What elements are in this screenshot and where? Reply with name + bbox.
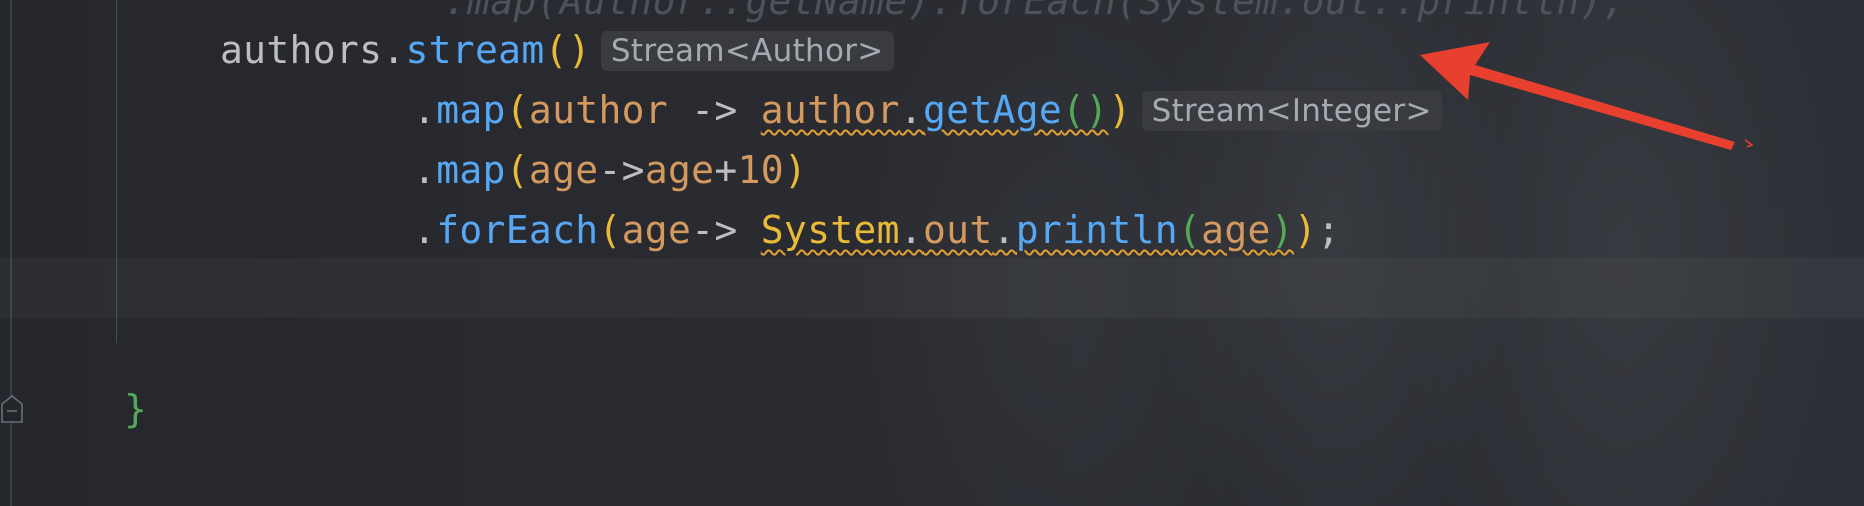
plus-operator: + bbox=[714, 148, 738, 192]
paren-close: ) bbox=[783, 148, 808, 192]
code-line-faded[interactable]: .map(Author::getName).forEach(System.out… bbox=[0, 0, 1626, 26]
code-line-1[interactable]: authors.stream() Stream<Author> bbox=[220, 25, 894, 75]
editor-gutter bbox=[10, 0, 12, 506]
println-arg: age bbox=[1201, 208, 1271, 252]
lambda-param: author bbox=[528, 88, 668, 132]
dot: . bbox=[413, 88, 437, 132]
dot: . bbox=[899, 208, 923, 252]
method-forEach: forEach bbox=[436, 208, 599, 252]
dot: . bbox=[992, 208, 1016, 252]
faded-code: .map(Author::getName).forEach(System.out… bbox=[444, 0, 1627, 23]
code-line-closing[interactable]: } bbox=[124, 384, 147, 434]
paren-open: ( bbox=[598, 208, 622, 252]
paren-close: ) bbox=[1108, 88, 1132, 132]
semicolon: ; bbox=[1317, 208, 1341, 252]
closing-brace: } bbox=[124, 387, 148, 431]
receiver: authors bbox=[220, 28, 383, 72]
lambda-param: age bbox=[621, 208, 692, 252]
lambda-arrow: -> bbox=[668, 88, 761, 132]
lambda-arrow: -> bbox=[691, 208, 761, 252]
current-line-highlight bbox=[0, 258, 1864, 318]
lambda-param-use: age bbox=[644, 148, 715, 192]
paren-open: ( bbox=[505, 148, 529, 192]
paren-close: ) bbox=[567, 28, 591, 72]
type-hint-stream-author: Stream<Author> bbox=[600, 31, 894, 71]
dot: . bbox=[382, 28, 406, 72]
fold-marker-icon[interactable] bbox=[0, 392, 24, 426]
class-system: System bbox=[760, 208, 900, 252]
red-annotation-arrow-icon bbox=[1420, 42, 1754, 150]
target-author: author bbox=[760, 88, 900, 132]
method-map: map bbox=[436, 88, 506, 132]
code-line-2[interactable]: .map(author -> author.getAge()) Stream<In… bbox=[413, 85, 1442, 135]
number-literal: 10 bbox=[737, 148, 784, 192]
inner-paren-close: ) bbox=[1270, 208, 1294, 252]
code-line-3[interactable]: .map(age->age+10) bbox=[413, 145, 807, 195]
method-stream: stream bbox=[405, 28, 545, 72]
inner-parens: () bbox=[1062, 88, 1109, 132]
code-line-4[interactable]: .forEach(age-> System.out.println(age)); bbox=[413, 205, 1340, 255]
type-hint-stream-integer: Stream<Integer> bbox=[1141, 91, 1442, 131]
paren-open: ( bbox=[544, 28, 568, 72]
method-println: println bbox=[1015, 208, 1178, 252]
field-out: out bbox=[922, 208, 993, 252]
dot: . bbox=[413, 208, 437, 252]
lambda-arrow: -> bbox=[598, 148, 645, 192]
paren-close: ) bbox=[1293, 208, 1318, 252]
lambda-param: age bbox=[528, 148, 599, 192]
method-map: map bbox=[436, 148, 506, 192]
dot: . bbox=[899, 88, 923, 132]
paren-open: ( bbox=[505, 88, 529, 132]
method-getAge: getAge bbox=[922, 88, 1063, 132]
dot: . bbox=[413, 148, 437, 192]
inner-paren-open: ( bbox=[1177, 208, 1202, 252]
